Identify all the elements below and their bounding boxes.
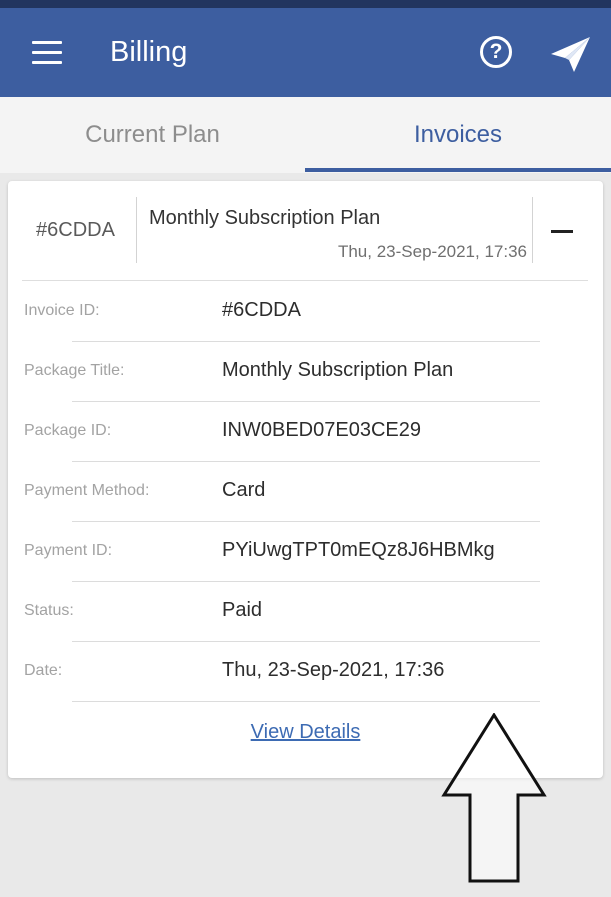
hamburger-menu-icon[interactable] [32, 41, 62, 65]
detail-label: Status: [24, 602, 74, 619]
divider [72, 701, 540, 702]
divider [532, 197, 533, 263]
tab-bar: Current Plan Invoices [0, 97, 611, 173]
active-tab-indicator [305, 168, 611, 172]
detail-value: Thu, 23-Sep-2021, 17:36 [222, 659, 445, 681]
detail-value: #6CDDA [222, 299, 301, 321]
app-bar: Billing ? [0, 8, 611, 97]
help-icon[interactable]: ? [480, 36, 512, 68]
status-bar [0, 0, 611, 8]
divider [22, 280, 588, 281]
detail-label: Payment Method: [24, 482, 150, 499]
divider [136, 197, 137, 263]
detail-row-package-id: Package ID: INW0BED07E03CE29 [8, 402, 603, 462]
detail-row-date: Date: Thu, 23-Sep-2021, 17:36 [8, 642, 603, 702]
tab-invoices[interactable]: Invoices [305, 97, 611, 173]
tab-current-plan[interactable]: Current Plan [0, 97, 305, 173]
invoice-date: Thu, 23-Sep-2021, 17:36 [337, 242, 527, 261]
detail-label: Invoice ID: [24, 302, 100, 319]
collapse-icon[interactable] [551, 230, 573, 233]
detail-value: INW0BED07E03CE29 [222, 419, 421, 441]
detail-row-status: Status: Paid [8, 582, 603, 642]
detail-value: Paid [222, 599, 263, 621]
up-arrow-outline-icon [441, 713, 547, 883]
invoice-id: #6CDDA [36, 219, 115, 241]
detail-label: Package Title: [24, 362, 125, 379]
detail-value: PYiUwgTPT0mEQz8J6HBMkg [222, 539, 495, 561]
invoice-plan-name: Monthly Subscription Plan [149, 207, 381, 229]
detail-label: Payment ID: [24, 542, 113, 559]
detail-row-payment-id: Payment ID: PYiUwgTPT0mEQz8J6HBMkg [8, 522, 603, 582]
detail-row-payment-method: Payment Method: Card [8, 462, 603, 522]
detail-row-package-title: Package Title: Monthly Subscription Plan [8, 342, 603, 402]
detail-label: Date: [24, 662, 63, 679]
detail-row-invoice-id: Invoice ID: #6CDDA [8, 282, 603, 342]
detail-value: Monthly Subscription Plan [222, 359, 454, 381]
detail-label: Package ID: [24, 422, 112, 439]
paper-plane-icon[interactable] [548, 34, 592, 74]
detail-value: Card [222, 479, 266, 501]
page-title: Billing [110, 36, 188, 68]
invoice-card: #6CDDA Monthly Subscription Plan Thu, 23… [8, 181, 603, 778]
